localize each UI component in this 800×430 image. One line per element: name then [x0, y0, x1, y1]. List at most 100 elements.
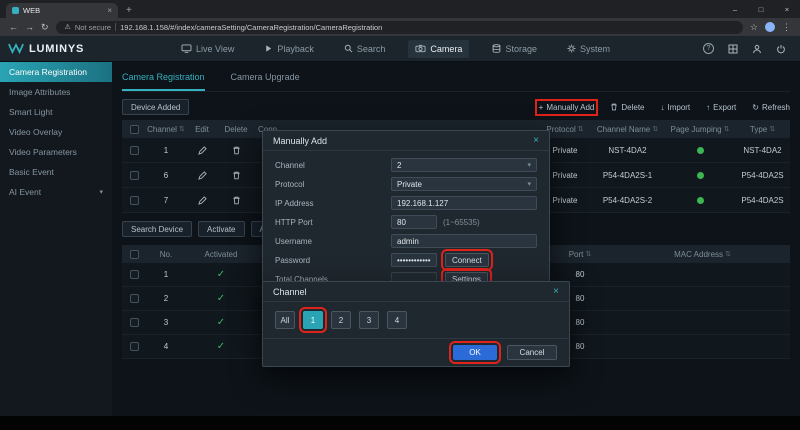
maximize-button[interactable]: □: [748, 5, 774, 14]
activate-button[interactable]: Activate: [198, 221, 244, 237]
connect-button[interactable]: Connect: [445, 253, 489, 267]
edit-icon[interactable]: [198, 171, 207, 180]
channel-option-all[interactable]: All: [275, 311, 295, 329]
layout-icon[interactable]: [728, 44, 738, 54]
field-label: Channel: [275, 161, 391, 170]
nav-item-search[interactable]: Search: [337, 40, 393, 58]
header-cell-no: No.: [146, 245, 186, 263]
channel-option-1[interactable]: 1: [303, 311, 323, 329]
header-cell-type[interactable]: Type⇅: [735, 120, 790, 138]
header-cell-delete: Delete: [218, 120, 254, 138]
user-icon[interactable]: [752, 44, 762, 54]
select-all-checkbox[interactable]: [130, 125, 139, 134]
row-checkbox[interactable]: [130, 196, 139, 205]
window-close-button[interactable]: ×: [774, 5, 800, 14]
search-device-button[interactable]: Search Device: [122, 221, 192, 237]
row-checkbox[interactable]: [130, 342, 139, 351]
tab-camera-upgrade[interactable]: Camera Upgrade: [231, 72, 300, 91]
bookmark-star-icon[interactable]: ☆: [750, 22, 758, 33]
delete-button[interactable]: Delete: [610, 103, 644, 112]
nav-item-camera[interactable]: Camera: [408, 40, 469, 58]
close-icon[interactable]: ×: [553, 286, 559, 297]
back-button[interactable]: ←: [9, 22, 18, 32]
warning-icon: ⚠: [65, 23, 71, 31]
minimize-button[interactable]: –: [722, 5, 748, 14]
check-icon: ✓: [217, 317, 225, 328]
edit-icon[interactable]: [198, 146, 207, 155]
profile-avatar[interactable]: [765, 22, 775, 32]
close-icon[interactable]: ×: [533, 135, 539, 146]
sort-icon[interactable]: ⇅: [179, 125, 185, 133]
header-cell-channel-name[interactable]: Channel Name⇅: [590, 120, 665, 138]
header-cell-page-jumping[interactable]: Page Jumping⇅: [665, 120, 735, 138]
nav-item-playback[interactable]: Playback: [257, 40, 321, 58]
nav-item-system[interactable]: System: [560, 40, 617, 58]
channel-option-2[interactable]: 2: [331, 311, 351, 329]
check-icon: ✓: [217, 293, 225, 304]
cell-mac: [615, 263, 790, 286]
power-icon[interactable]: [776, 44, 786, 54]
row-checkbox[interactable]: [130, 318, 139, 327]
cell-channel: 6: [146, 163, 186, 187]
channel-option-4[interactable]: 4: [387, 311, 407, 329]
help-icon[interactable]: ?: [703, 43, 714, 54]
username-input[interactable]: admin: [391, 234, 537, 248]
row-checkbox[interactable]: [130, 294, 139, 303]
cancel-button[interactable]: Cancel: [507, 345, 557, 360]
chevron-down-icon: ▾: [527, 161, 531, 169]
sort-icon[interactable]: ⇅: [652, 125, 658, 133]
protocol-select[interactable]: Private ▾: [391, 177, 537, 191]
sort-icon[interactable]: ⇅: [769, 125, 775, 133]
channel-option-3[interactable]: 3: [359, 311, 379, 329]
password-input[interactable]: ••••••••••••: [391, 253, 437, 267]
manually-add-button[interactable]: + Manually Add: [539, 103, 595, 112]
tab-camera-registration[interactable]: Camera Registration: [122, 72, 205, 91]
nav-item-storage[interactable]: Storage: [485, 40, 544, 58]
refresh-button[interactable]: ↻ Refresh: [752, 103, 790, 112]
field-row: IP Address 192.168.1.127: [263, 194, 549, 212]
sort-icon[interactable]: ⇅: [578, 125, 584, 133]
gear-icon: [567, 44, 576, 53]
sidebar-item-image-attributes[interactable]: Image Attributes: [0, 82, 112, 102]
sidebar-item-camera-registration[interactable]: Camera Registration: [0, 62, 112, 82]
status-dot: [697, 172, 704, 179]
export-button[interactable]: ↑ Export: [706, 103, 736, 112]
import-button[interactable]: ↓ Import: [660, 103, 690, 112]
toolbar-label: Delete: [621, 103, 644, 112]
http-port-input[interactable]: 80: [391, 215, 437, 229]
trash-icon[interactable]: [232, 171, 241, 180]
browser-menu-icon[interactable]: ⋮: [782, 22, 791, 33]
ok-button[interactable]: OK: [453, 345, 497, 360]
storage-icon: [492, 44, 501, 53]
reload-button[interactable]: ↻: [41, 22, 49, 33]
header-cell-channel[interactable]: Channel⇅: [146, 120, 186, 138]
browser-tab[interactable]: WEB ×: [6, 3, 118, 18]
device-added-button[interactable]: Device Added: [122, 99, 189, 115]
nav-item-live-view[interactable]: Live View: [174, 40, 241, 58]
row-checkbox[interactable]: [130, 171, 139, 180]
address-bar[interactable]: ⚠ Not secure 192.168.1.158/#/index/camer…: [56, 21, 743, 34]
sort-icon[interactable]: ⇅: [585, 250, 591, 258]
header-cell-port[interactable]: Port⇅: [545, 245, 615, 263]
sort-icon[interactable]: ⇅: [725, 250, 731, 258]
sidebar-item-smart-light[interactable]: Smart Light: [0, 102, 112, 122]
row-checkbox[interactable]: [130, 270, 139, 279]
sort-icon[interactable]: ⇅: [724, 125, 730, 133]
header-cell-mac[interactable]: MAC Address⇅: [615, 245, 790, 263]
tab-close-icon[interactable]: ×: [107, 6, 112, 15]
new-tab-button[interactable]: +: [126, 5, 132, 18]
sidebar-item-video-overlay[interactable]: Video Overlay: [0, 122, 112, 142]
edit-icon[interactable]: [198, 196, 207, 205]
sidebar-item-ai-event[interactable]: AI Event▾: [0, 182, 112, 202]
select-all-checkbox[interactable]: [130, 250, 139, 259]
trash-icon[interactable]: [232, 146, 241, 155]
sidebar-item-video-parameters[interactable]: Video Parameters: [0, 142, 112, 162]
forward-button[interactable]: →: [25, 22, 34, 32]
ip-address-input[interactable]: 192.168.1.127: [391, 196, 537, 210]
sidebar-item-basic-event[interactable]: Basic Event: [0, 162, 112, 182]
channel-select[interactable]: 2 ▾: [391, 158, 537, 172]
cell-activated: ✓: [186, 311, 256, 334]
field-label: HTTP Port: [275, 218, 391, 227]
row-checkbox[interactable]: [130, 146, 139, 155]
trash-icon[interactable]: [232, 196, 241, 205]
